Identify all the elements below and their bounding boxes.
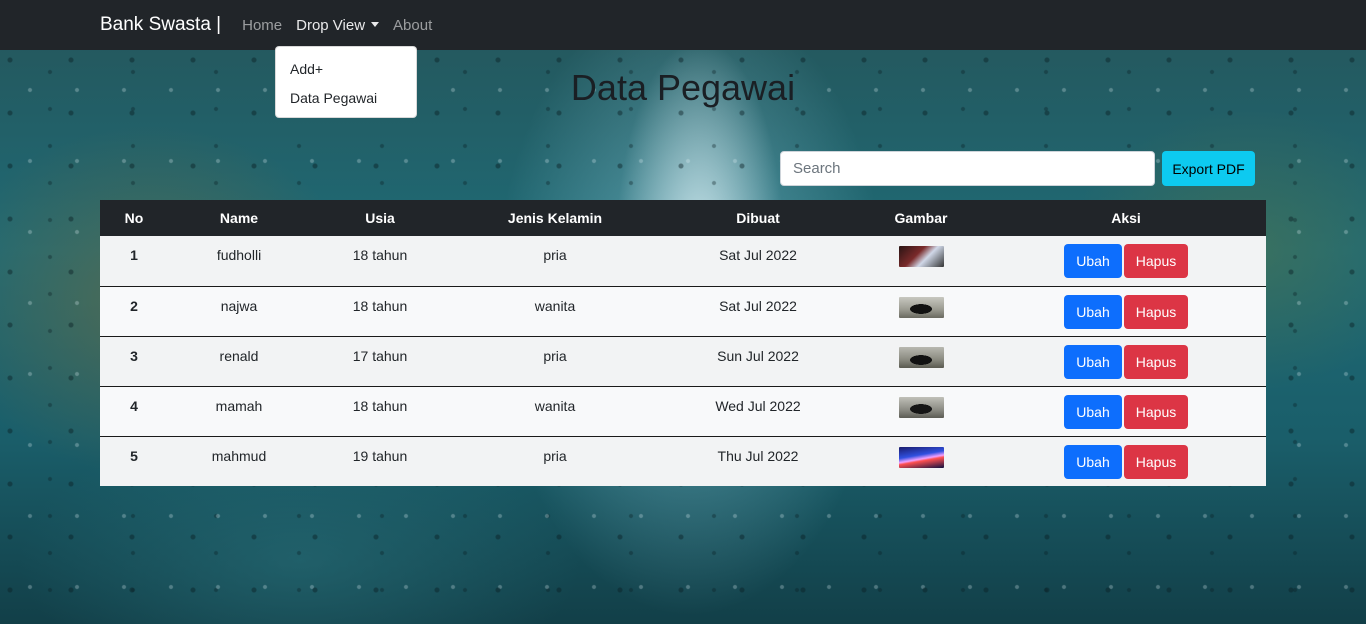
nav-home[interactable]: Home: [242, 17, 282, 34]
caret-down-icon: [371, 21, 380, 27]
nav-drop-view-label: Drop View: [296, 16, 366, 34]
cell-aksi: Ubah Hapus: [986, 286, 1266, 336]
menu-item-add[interactable]: Add+: [276, 55, 416, 84]
ubah-button[interactable]: Ubah: [1064, 244, 1122, 278]
cell-jenis-kelamin: pria: [543, 347, 567, 364]
cell-no: 2: [130, 297, 138, 314]
cell-gambar: [856, 336, 986, 386]
ubah-button[interactable]: Ubah: [1064, 394, 1122, 429]
cell-jenis-kelamin: pria: [543, 247, 567, 263]
header-gambar: Gambar: [894, 210, 948, 226]
employee-photo[interactable]: [898, 296, 944, 318]
table-row: 3 renald 17 tahun pria Sun Jul 2022 Ubah…: [100, 336, 1266, 386]
header-name: Name: [219, 210, 259, 226]
cell-dibuat: Sat Jul 2022: [719, 297, 797, 314]
cell-usia: 18 tahun: [352, 247, 408, 263]
menu-item-data-pegawai[interactable]: Data Pegawai: [276, 84, 416, 113]
cell-usia: 18 tahun: [352, 397, 408, 414]
cell-gambar: [856, 386, 986, 436]
nav-about[interactable]: About: [393, 17, 432, 34]
cell-aksi: Ubah Hapus: [986, 436, 1266, 486]
table-row: 4 mamah 18 tahun wanita Wed Jul 2022 Uba…: [100, 386, 1266, 436]
navbar: Bank Swasta | Home Drop View About: [0, 0, 1366, 50]
hapus-button[interactable]: Hapus: [1124, 394, 1188, 429]
cell-dibuat: Wed Jul 2022: [715, 397, 801, 414]
cell-gambar: [856, 436, 986, 486]
ubah-button[interactable]: Ubah: [1064, 294, 1122, 329]
cell-dibuat: Sun Jul 2022: [717, 347, 799, 364]
hapus-button[interactable]: Hapus: [1124, 294, 1188, 329]
header-usia: Usia: [365, 210, 395, 226]
header-no: No: [124, 210, 144, 226]
cell-usia: 19 tahun: [352, 447, 408, 464]
cell-jenis-kelamin: pria: [543, 447, 567, 464]
ubah-button[interactable]: Ubah: [1064, 344, 1122, 379]
hapus-button[interactable]: Hapus: [1124, 444, 1188, 479]
hapus-button[interactable]: Hapus: [1124, 344, 1188, 379]
cell-name: mahmud: [211, 447, 267, 464]
employee-photo[interactable]: [898, 246, 944, 267]
table-row: 2 najwa 18 tahun wanita Sat Jul 2022 Uba…: [100, 286, 1266, 336]
cell-usia: 18 tahun: [352, 297, 408, 314]
cell-aksi: Ubah Hapus: [986, 236, 1266, 286]
page-title: Data Pegawai: [570, 67, 796, 108]
brand-link[interactable]: Bank Swasta |: [100, 14, 221, 36]
ubah-button[interactable]: Ubah: [1064, 444, 1122, 479]
header-dibuat: Dibuat: [736, 210, 780, 226]
search-input[interactable]: [780, 151, 1155, 186]
cell-dibuat: Thu Jul 2022: [717, 447, 799, 464]
nav-drop-view[interactable]: Drop View: [296, 16, 380, 34]
cell-name: renald: [219, 347, 259, 364]
header-jenis-kelamin: Jenis Kelamin: [507, 210, 603, 226]
cell-dibuat: Sat Jul 2022: [719, 247, 797, 263]
cell-no: 1: [130, 247, 138, 263]
drop-view-menu: Add+ Data Pegawai: [275, 46, 417, 118]
table-row: 5 mahmud 19 tahun pria Thu Jul 2022 Ubah…: [100, 436, 1266, 486]
employee-photo[interactable]: [898, 446, 944, 468]
export-pdf-button[interactable]: Export PDF: [1162, 151, 1255, 186]
cell-aksi: Ubah Hapus: [986, 386, 1266, 436]
cell-name: najwa: [220, 297, 258, 314]
table-header-row: No Name Usia Jenis Kelamin Dibuat Gambar…: [100, 200, 1266, 236]
employee-table: No Name Usia Jenis Kelamin Dibuat Gambar…: [100, 200, 1266, 486]
header-aksi: Aksi: [1111, 210, 1141, 226]
cell-jenis-kelamin: wanita: [534, 297, 576, 314]
employee-photo[interactable]: [898, 396, 944, 418]
cell-gambar: [856, 286, 986, 336]
cell-gambar: [856, 236, 986, 286]
cell-name: mamah: [215, 397, 263, 414]
employee-photo[interactable]: [898, 346, 944, 368]
cell-aksi: Ubah Hapus: [986, 336, 1266, 386]
hapus-button[interactable]: Hapus: [1124, 244, 1188, 278]
cell-jenis-kelamin: wanita: [534, 397, 576, 414]
cell-name: fudholli: [216, 247, 262, 263]
cell-usia: 17 tahun: [352, 347, 408, 364]
cell-no: 3: [130, 347, 138, 364]
table-row: 1 fudholli 18 tahun pria Sat Jul 2022 Ub…: [100, 236, 1266, 286]
cell-no: 5: [130, 447, 138, 464]
cell-no: 4: [130, 397, 138, 414]
